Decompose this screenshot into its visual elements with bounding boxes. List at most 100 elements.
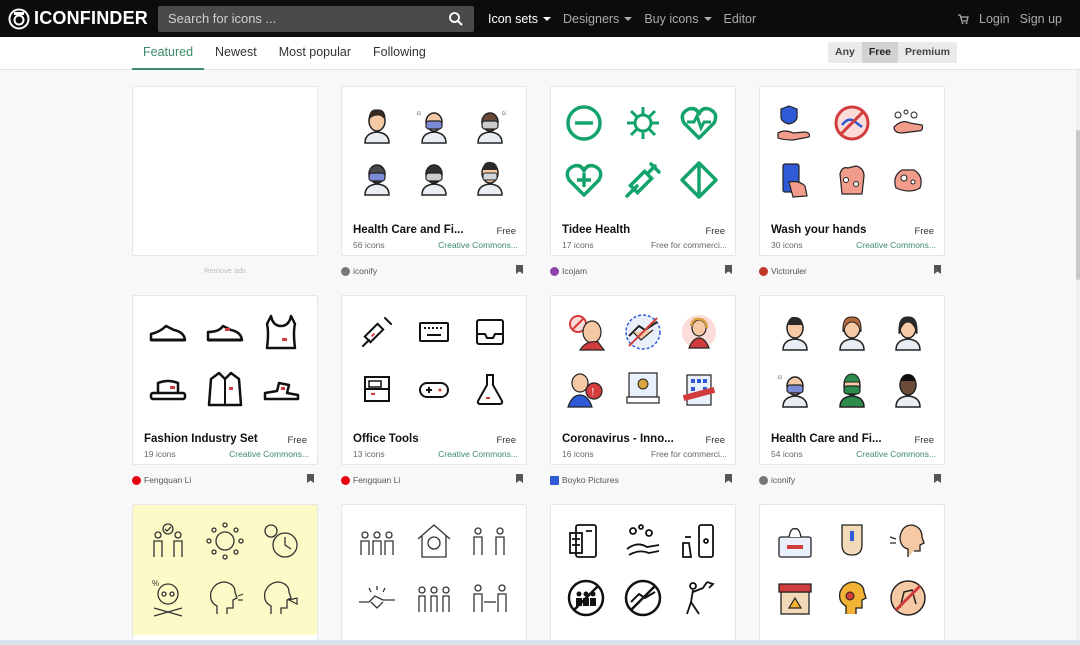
iconset-price: Free xyxy=(914,226,934,237)
avatar[interactable] xyxy=(550,266,559,276)
avatar[interactable] xyxy=(550,475,559,485)
iconset-count: 13 icons xyxy=(353,449,385,459)
nav-designers-label: Designers xyxy=(563,11,620,26)
avatar[interactable] xyxy=(341,266,350,276)
iconset-card[interactable]: Tidee Health Free 17 icons Free for comm… xyxy=(550,86,736,256)
gamepad-icon xyxy=(419,382,449,398)
nav-buy-icons[interactable]: Buy icons xyxy=(644,11,712,26)
ad-slot[interactable] xyxy=(132,86,318,256)
person-cleaning-icon xyxy=(686,581,715,615)
iconset-card[interactable] xyxy=(341,504,527,644)
bookmark-icon[interactable] xyxy=(725,265,732,274)
tab-newest[interactable]: Newest xyxy=(204,37,268,70)
iconset-title[interactable]: Fashion Industry Set xyxy=(144,433,264,445)
iconset-title[interactable]: Health Care and Fi... xyxy=(771,433,891,445)
avatar[interactable] xyxy=(759,266,768,276)
iconset-title[interactable]: Coronavirus - Inno... xyxy=(562,433,682,445)
bookmark-icon[interactable] xyxy=(516,474,523,483)
price-filter-any[interactable]: Any xyxy=(828,42,862,63)
syringe-icon xyxy=(625,162,661,198)
page-scrollbar[interactable] xyxy=(1076,70,1080,645)
iconset-title[interactable]: Wash your hands xyxy=(771,224,891,236)
iconset-card[interactable]: % xyxy=(132,504,318,644)
tab-featured[interactable]: Featured xyxy=(132,37,205,70)
no-handshake-icon xyxy=(624,579,662,617)
search-input[interactable] xyxy=(168,11,448,26)
price-filter-free[interactable]: Free xyxy=(861,42,899,63)
iconset-preview xyxy=(133,296,317,426)
iconset-card[interactable]: Wash your hands Free 30 icons Creative C… xyxy=(759,86,945,256)
iconset-license[interactable]: Free for commerci... xyxy=(635,240,727,250)
nav-buy-icons-label: Buy icons xyxy=(644,11,699,26)
iconset-preview xyxy=(342,505,526,635)
avatar[interactable] xyxy=(759,475,768,485)
bookmark-icon[interactable] xyxy=(934,474,941,483)
iconset-card[interactable] xyxy=(759,504,945,644)
iconset-license[interactable]: Creative Commons... xyxy=(426,449,518,459)
iconset-count: 16 icons xyxy=(562,449,594,459)
sick-man-mask-icon xyxy=(364,164,390,196)
bookmark-icon[interactable] xyxy=(307,474,314,483)
tab-most-popular[interactable]: Most popular xyxy=(268,37,362,70)
login-link[interactable]: Login xyxy=(979,12,1010,26)
avatar[interactable] xyxy=(341,475,350,485)
nav-editor-label: Editor xyxy=(723,11,757,26)
price-filter-premium[interactable]: Premium xyxy=(898,42,957,63)
bookmark-icon[interactable] xyxy=(516,265,523,274)
author-name[interactable]: iconify xyxy=(771,475,795,485)
iconset-card[interactable] xyxy=(550,504,736,644)
sneaker-icon xyxy=(149,324,187,342)
author-name[interactable]: Icojam xyxy=(562,266,587,276)
phone-clean-icon xyxy=(782,163,808,198)
author-row: Icojam xyxy=(550,264,736,278)
iconset-title[interactable]: Health Care and Fi... xyxy=(353,224,473,236)
iconset-card[interactable]: ☼ ☼ Health Care and Fi... Free 56 icons … xyxy=(341,86,527,256)
iconset-license[interactable]: Creative Commons... xyxy=(844,240,936,250)
search-icon[interactable] xyxy=(448,11,464,27)
iconset-license[interactable]: Creative Commons... xyxy=(217,449,309,459)
iconset-card[interactable]: Fashion Industry Set Free 19 icons Creat… xyxy=(132,295,318,465)
stay-home-icon xyxy=(417,524,451,558)
cart-icon[interactable] xyxy=(957,13,969,25)
author-name[interactable]: Fengquan Li xyxy=(353,475,400,485)
tank-top-icon xyxy=(265,314,297,350)
iconset-card[interactable]: ! Coronavirus - Inno... Free 16 icons Fr… xyxy=(550,295,736,465)
iconset-preview xyxy=(551,505,735,635)
author-name[interactable]: Boyko Pictures xyxy=(562,475,619,485)
skull-percent-icon: % xyxy=(152,579,183,617)
author-row: Fengquan Li xyxy=(341,473,527,487)
iconset-card[interactable]: Office Tools Free 13 icons Creative Comm… xyxy=(341,295,527,465)
nav-designers[interactable]: Designers xyxy=(563,11,633,26)
author-name[interactable]: iconify xyxy=(353,266,377,276)
file-cabinet-icon xyxy=(364,376,390,402)
iconset-title[interactable]: Tidee Health xyxy=(562,224,682,236)
keep-distance-icon xyxy=(473,584,507,612)
scrollbar-thumb[interactable] xyxy=(1076,130,1080,280)
tab-following[interactable]: Following xyxy=(362,37,437,70)
iconset-preview: ! xyxy=(551,296,735,426)
bookmark-icon[interactable] xyxy=(934,265,941,274)
cough-head-icon xyxy=(209,581,244,614)
svg-text:%: % xyxy=(152,579,159,588)
flask-icon xyxy=(476,374,504,405)
soap-hands-icon xyxy=(893,109,924,134)
iconset-license[interactable]: Creative Commons... xyxy=(426,240,518,250)
iconset-count: 19 icons xyxy=(144,449,176,459)
handshake-circle-icon xyxy=(625,314,661,350)
iconset-license[interactable]: Free for commerci... xyxy=(635,449,727,459)
iconset-card[interactable]: ☼ Health Care and Fi... Free 54 icons Cr… xyxy=(759,295,945,465)
nav-icon-sets[interactable]: Icon sets xyxy=(488,12,552,26)
bottom-status-strip xyxy=(0,640,1080,645)
author-name[interactable]: Fengquan Li xyxy=(144,475,191,485)
avatar[interactable] xyxy=(132,475,141,485)
iconset-license[interactable]: Creative Commons... xyxy=(844,449,936,459)
nav-editor[interactable]: Editor xyxy=(724,12,757,26)
spray-door-icon xyxy=(682,524,714,558)
iconfinder-logo[interactable]: ICONFINDER xyxy=(8,8,148,30)
iconset-title[interactable]: Office Tools xyxy=(353,433,473,445)
bookmark-icon[interactable] xyxy=(725,474,732,483)
remove-ads-link[interactable]: Remove ads xyxy=(132,266,318,275)
author-name[interactable]: Victoruler xyxy=(771,266,807,276)
doctor-male-icon xyxy=(477,161,503,196)
signup-link[interactable]: Sign up xyxy=(1020,12,1062,26)
